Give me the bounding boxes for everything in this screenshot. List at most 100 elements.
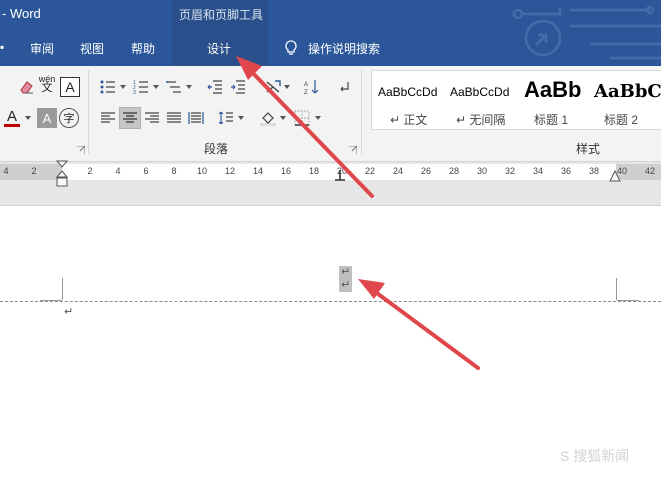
chevron-down-icon[interactable] [315, 116, 321, 120]
watermark: S 搜狐新闻 [560, 448, 630, 464]
ruler-label: 10 [196, 166, 208, 176]
ruler-label: 38 [588, 166, 600, 176]
chevron-down-icon[interactable] [153, 85, 159, 89]
dialog-launcher-icon[interactable] [349, 146, 357, 154]
ruler-label: 16 [280, 166, 292, 176]
style-preview: AaBbCcDd [378, 85, 438, 99]
font-color-button[interactable]: A [2, 108, 22, 128]
align-left-button[interactable] [98, 108, 118, 128]
multilevel-list-button[interactable] [164, 77, 184, 97]
bullet-list-icon [100, 80, 115, 94]
tell-me-search[interactable]: 操作说明搜索 [308, 40, 380, 57]
tab-edge-fragment: ▪ [0, 40, 5, 54]
ruler-label: 22 [364, 166, 376, 176]
increase-indent-icon [231, 80, 245, 94]
enclose-characters-glyph: 字 [63, 113, 75, 125]
numbered-list-icon: 1 2 3 [133, 80, 148, 95]
chevron-down-icon[interactable] [186, 85, 192, 89]
ruler-label: 14 [252, 166, 264, 176]
chinese-layout-button[interactable] [263, 77, 283, 97]
paint-bucket-icon [260, 112, 276, 126]
circuit-decoration [512, 5, 661, 60]
tab-design[interactable]: 设计 [207, 40, 231, 57]
sort-icon: A Z [304, 80, 319, 95]
context-tab-group-title: 页眉和页脚工具 [179, 8, 264, 22]
align-center-button[interactable] [119, 107, 141, 129]
ruler-label: 30 [476, 166, 488, 176]
ruler-label: 28 [448, 166, 460, 176]
style-name: ↵ 无间隔 [456, 113, 506, 127]
line-spacing-button[interactable] [216, 108, 236, 128]
ruler-label: 18 [308, 166, 320, 176]
ruler-label: 42 [644, 166, 656, 176]
align-left-icon [101, 112, 115, 123]
align-right-button[interactable] [142, 108, 162, 128]
margin-corner-mark [62, 278, 63, 300]
svg-text:3: 3 [133, 90, 136, 95]
tab-help[interactable]: 帮助 [131, 40, 155, 57]
character-shading-button[interactable]: A [37, 108, 57, 128]
justify-icon [167, 112, 181, 123]
align-right-icon [145, 112, 159, 123]
header-boundary-line [0, 301, 661, 302]
center-tab-stop[interactable] [335, 170, 345, 182]
character-border-glyph: A [65, 79, 75, 95]
indent-marker[interactable] [56, 160, 68, 188]
ruler-label: 34 [532, 166, 544, 176]
style-preview: AaBbC [594, 81, 661, 102]
chevron-down-icon[interactable] [120, 85, 126, 89]
right-indent-marker[interactable] [609, 170, 621, 182]
increase-indent-button[interactable] [228, 77, 248, 97]
svg-text:A: A [304, 82, 308, 88]
ruler-label: 12 [224, 166, 236, 176]
phonetic-guide-button[interactable]: wén 文 [37, 74, 57, 94]
distributed-button[interactable] [186, 108, 206, 128]
borders-button[interactable] [292, 108, 312, 128]
ruler-label: 32 [504, 166, 516, 176]
multilevel-list-icon [166, 81, 181, 93]
style-normal[interactable]: AaBbCcDd ↵ 正文 [372, 71, 444, 131]
pilcrow-return-icon [340, 82, 349, 92]
decrease-indent-button[interactable] [205, 77, 225, 97]
style-heading-1[interactable]: AaBb 标题 1 [516, 71, 588, 131]
shading-button[interactable] [258, 108, 278, 128]
style-name: ↵ 正文 [390, 113, 428, 127]
ruler-label: 4 [3, 166, 9, 176]
header-paragraph-mark-2[interactable]: ↵ [339, 279, 353, 292]
group-label-paragraph: 段落 [204, 142, 229, 156]
borders-icon [294, 110, 310, 126]
numbering-button[interactable]: 1 2 3 [131, 77, 151, 97]
styles-gallery: AaBbCcDd ↵ 正文 AaBbCcDd ↵ 无间隔 AaBb 标题 1 A… [371, 70, 661, 130]
clear-format-button[interactable] [16, 77, 36, 97]
align-center-icon [123, 112, 137, 123]
character-shading-glyph: A [42, 110, 52, 126]
font-color-bar [4, 123, 20, 127]
chevron-down-icon[interactable] [25, 116, 31, 120]
ruler-label: 36 [560, 166, 572, 176]
margin-corner-mark [616, 278, 617, 300]
dialog-launcher-icon[interactable] [77, 146, 85, 154]
chevron-down-icon[interactable] [284, 85, 290, 89]
ruler-label: 4 [115, 166, 121, 176]
bullets-button[interactable] [98, 77, 118, 97]
group-label-styles: 样式 [576, 142, 601, 156]
header-paragraph-mark-1[interactable]: ↵ [339, 266, 353, 279]
sort-button[interactable]: A Z [302, 77, 322, 97]
tab-view[interactable]: 视图 [80, 40, 104, 57]
tab-review[interactable]: 审阅 [30, 40, 54, 57]
font-color-glyph: A [6, 107, 17, 125]
enclose-characters-button[interactable]: 字 [59, 108, 79, 128]
chevron-down-icon[interactable] [238, 116, 244, 120]
justify-button[interactable] [164, 108, 184, 128]
show-formatting-marks-button[interactable] [335, 77, 355, 97]
distributed-icon [188, 112, 204, 124]
title-bar: - Word 页眉和页脚工具 ▪ 审阅 视图 帮助 设计 操作说明搜索 [0, 0, 661, 66]
character-border-button[interactable]: A [60, 77, 80, 97]
lightbulb-icon [285, 40, 297, 55]
style-no-spacing[interactable]: AaBbCcDd ↵ 无间隔 [444, 71, 516, 131]
chevron-down-icon[interactable] [280, 116, 286, 120]
style-heading-2[interactable]: AaBbC 标题 2 [588, 71, 661, 131]
body-paragraph-mark[interactable]: ↵ [64, 307, 73, 318]
group-separator [361, 70, 362, 154]
style-name: 标题 1 [534, 113, 569, 127]
